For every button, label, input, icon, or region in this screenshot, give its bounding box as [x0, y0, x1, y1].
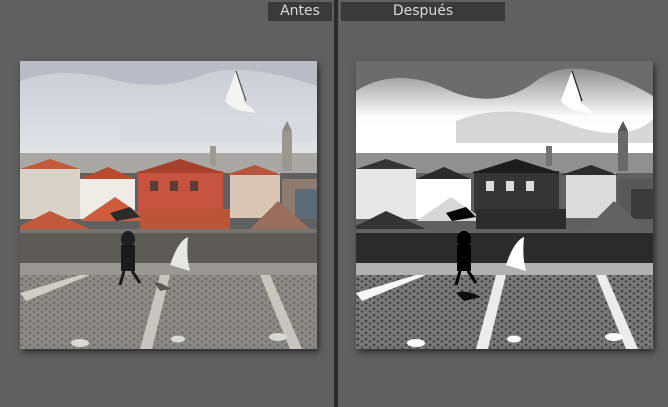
- after-photo[interactable]: [356, 61, 653, 349]
- before-photo-image: [20, 61, 317, 349]
- after-photo-image: [356, 61, 653, 349]
- after-label: Después: [341, 2, 505, 21]
- before-label: Antes: [268, 2, 332, 21]
- compare-viewer: Antes Después: [0, 0, 668, 407]
- before-photo[interactable]: [20, 61, 317, 349]
